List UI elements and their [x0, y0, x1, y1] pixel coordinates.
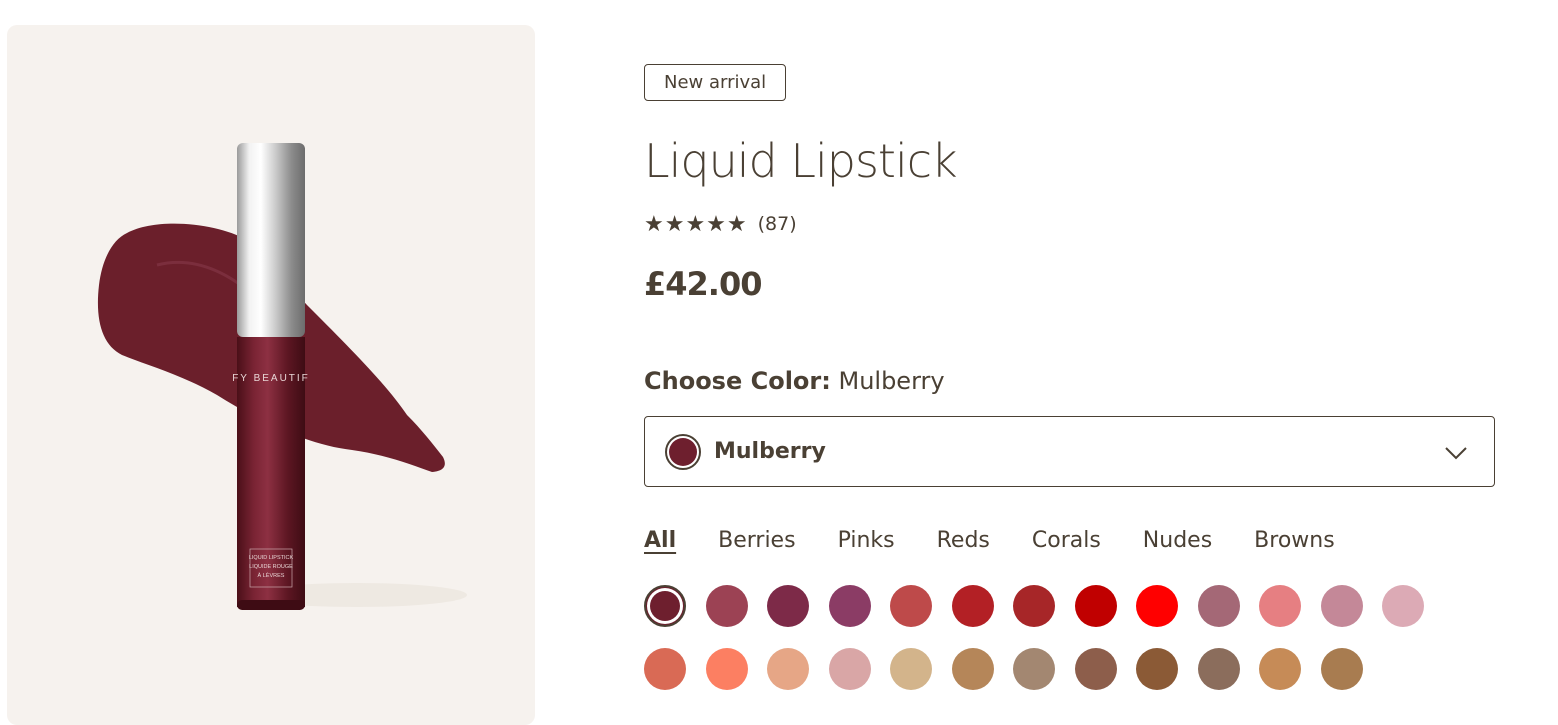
filter-tab-berries[interactable]: Berries: [718, 528, 795, 553]
color-swatch-grid: [644, 585, 1444, 690]
filter-tab-all[interactable]: All: [644, 528, 676, 553]
color-swatch[interactable]: [644, 648, 686, 690]
choose-color-value: Mulberry: [838, 367, 945, 395]
color-swatch[interactable]: [890, 648, 932, 690]
new-arrival-badge: New arrival: [644, 64, 787, 101]
color-swatch[interactable]: [951, 585, 994, 627]
chevron-down-icon: [1445, 447, 1467, 460]
color-swatch[interactable]: [1259, 585, 1301, 627]
selected-color-swatch: [665, 433, 701, 470]
color-swatch[interactable]: [1320, 648, 1363, 690]
filter-tab-nudes[interactable]: Nudes: [1143, 528, 1212, 553]
color-swatch[interactable]: [644, 585, 686, 627]
product-image-panel: FY BEAUTIF LIQUID LIPSTICK LIQUIDE ROUGE…: [7, 25, 535, 725]
filter-tab-pinks[interactable]: Pinks: [838, 528, 895, 553]
product-title: Liquid Lipstick: [644, 134, 958, 188]
selected-color-label: Mulberry: [714, 439, 826, 464]
color-swatch[interactable]: [1259, 648, 1301, 690]
color-swatch[interactable]: [1013, 585, 1055, 627]
color-swatch[interactable]: [705, 648, 748, 690]
color-swatch[interactable]: [1197, 585, 1240, 627]
tube-label-line: LIQUIDE ROUGE: [249, 564, 293, 570]
product-info: New arrival Liquid Lipstick ★★★★★ (87) £…: [644, 0, 1504, 712]
color-swatch[interactable]: [951, 648, 994, 690]
color-swatch[interactable]: [1074, 585, 1117, 627]
color-swatch[interactable]: [767, 648, 809, 690]
brand-text: FY BEAUTIF: [232, 373, 310, 384]
color-swatch[interactable]: [1382, 585, 1424, 627]
color-dropdown[interactable]: Mulberry: [644, 416, 1495, 487]
color-swatch[interactable]: [890, 585, 932, 627]
color-swatch[interactable]: [828, 585, 871, 627]
color-swatch[interactable]: [1320, 585, 1363, 627]
color-swatch[interactable]: [828, 648, 871, 690]
choose-color-heading: Choose Color: Mulberry: [644, 367, 945, 395]
filter-tab-browns[interactable]: Browns: [1254, 528, 1335, 553]
color-swatch[interactable]: [705, 585, 748, 627]
tube-label-line: À LÈVRES: [258, 572, 285, 579]
lipstick-cap: [237, 143, 305, 337]
selected-color-dot: [669, 437, 697, 466]
color-swatch[interactable]: [767, 585, 809, 627]
choose-color-label: Choose Color:: [644, 367, 831, 395]
tube-label-line: LIQUID LIPSTICK: [249, 555, 294, 561]
product-price: £42.00: [644, 265, 762, 303]
color-swatch[interactable]: [1136, 585, 1178, 627]
filter-tab-corals[interactable]: Corals: [1032, 528, 1101, 553]
filter-tab-reds[interactable]: Reds: [937, 528, 990, 553]
rating-stars-icon: ★★★★★: [644, 211, 748, 237]
color-swatch[interactable]: [1074, 648, 1117, 690]
color-swatch[interactable]: [1013, 648, 1055, 690]
color-filter-tabs: All Berries Pinks Reds Corals Nudes Browns: [644, 528, 1335, 553]
review-count[interactable]: (87): [758, 213, 797, 235]
rating[interactable]: ★★★★★ (87): [644, 209, 797, 239]
product-image: FY BEAUTIF LIQUID LIPSTICK LIQUIDE ROUGE…: [97, 143, 467, 610]
color-swatch[interactable]: [1197, 648, 1240, 690]
color-swatch[interactable]: [1136, 648, 1178, 690]
